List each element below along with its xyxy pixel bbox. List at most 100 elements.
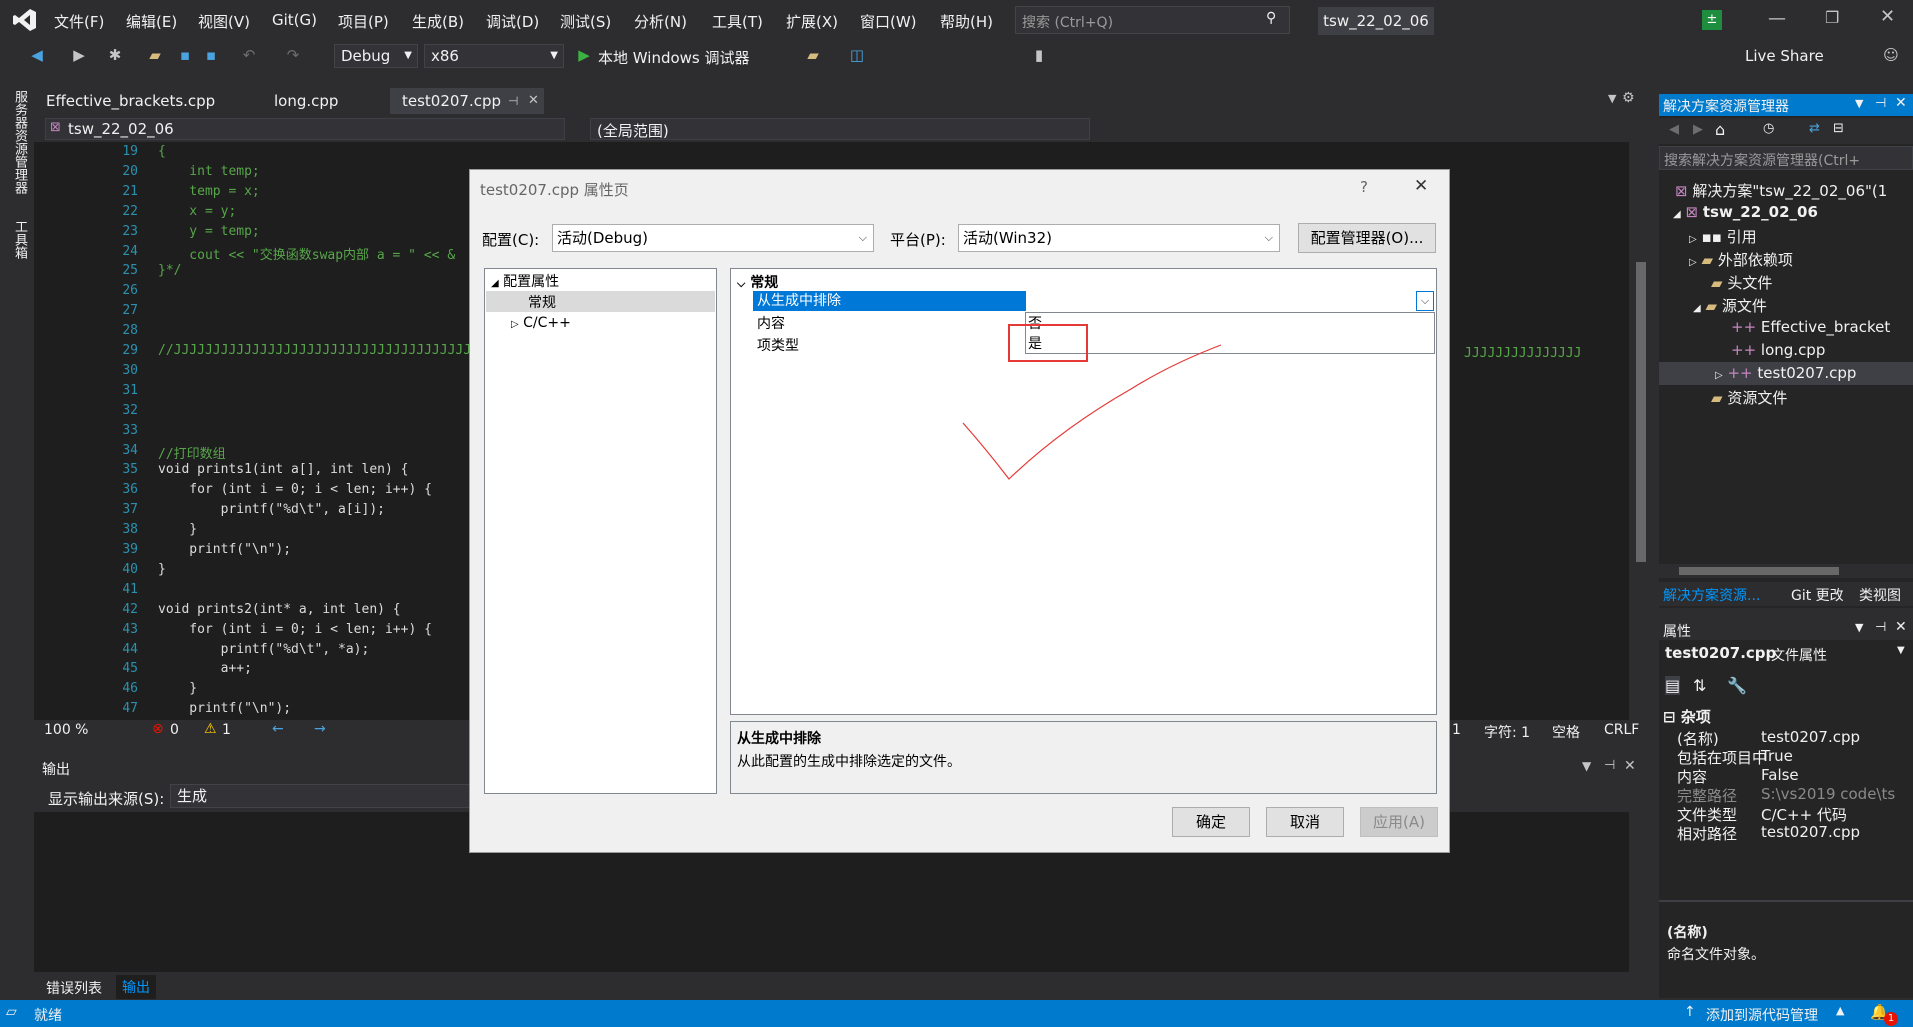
editor-scrollbar[interactable] — [1633, 142, 1649, 720]
history-icon[interactable]: ◷ — [1763, 121, 1774, 136]
open-folder-icon[interactable]: ▰ — [146, 46, 164, 64]
dropdown-icon[interactable]: ▼ — [1855, 97, 1863, 110]
menu-debug[interactable]: 调试(D) — [486, 11, 539, 32]
file-effective-brackets[interactable]: ++ Effective_bracket — [1731, 318, 1890, 336]
view-icon[interactable]: ◫ — [848, 46, 866, 64]
headers-node[interactable]: ▰ 头文件 — [1711, 272, 1772, 293]
forward-icon[interactable]: ▶ — [70, 46, 88, 64]
toolbox-tab[interactable]: 工具箱 — [10, 220, 29, 259]
tab-class-view[interactable]: 类视图 — [1859, 585, 1901, 605]
server-explorer-tab[interactable]: 服务器资源管理器 — [10, 90, 29, 194]
editor-scrollbar-thumb[interactable] — [1636, 262, 1646, 562]
search-input[interactable]: 搜索 (Ctrl+Q) ⚲ — [1015, 6, 1290, 34]
menu-help[interactable]: 帮助(H) — [940, 11, 993, 32]
minimize-button[interactable]: — — [1768, 8, 1786, 29]
close-icon[interactable]: ✕ — [1895, 95, 1907, 111]
save-icon[interactable]: ▪ — [176, 46, 194, 64]
zoom-level[interactable]: 100 % — [44, 722, 88, 738]
ok-button[interactable]: 确定 — [1172, 807, 1250, 837]
close-dialog-button[interactable]: ✕ — [1414, 176, 1428, 196]
pin-icon[interactable]: ⊣ — [1875, 620, 1886, 635]
alphabetical-icon[interactable]: ⇅ — [1693, 676, 1706, 695]
back-icon[interactable]: ◀ — [28, 46, 46, 64]
tab-output[interactable]: 输出 — [116, 975, 156, 999]
menu-edit[interactable]: 编辑(E) — [126, 11, 177, 32]
apply-button[interactable]: 应用(A) — [1360, 807, 1438, 837]
tree-general[interactable]: 常规 — [486, 291, 715, 312]
solution-node[interactable]: ⊠ 解决方案"tsw_22_02_06"(1 — [1675, 180, 1887, 201]
menu-project[interactable]: 项目(P) — [338, 11, 389, 32]
file-long[interactable]: ++ long.cpp — [1731, 341, 1825, 359]
property-pages-icon[interactable]: 🔧 — [1727, 676, 1747, 695]
platform-select[interactable]: x86 ▼ — [424, 44, 564, 68]
forward-icon[interactable]: ▶ — [1693, 122, 1703, 137]
menu-build[interactable]: 生成(B) — [412, 11, 464, 32]
menu-git[interactable]: Git(G) — [272, 11, 317, 29]
folder-icon[interactable]: ▰ — [804, 46, 822, 64]
tab-effective-brackets[interactable]: Effective_brackets.cpp — [34, 88, 227, 114]
file-test0207[interactable]: ▷ ++ test0207.cpp — [1715, 364, 1856, 382]
dropdown-icon[interactable]: ▼ — [1855, 621, 1863, 634]
arrow-right-icon[interactable]: → — [314, 721, 326, 737]
scrollbar-thumb[interactable] — [1679, 567, 1839, 575]
feedback-icon[interactable]: ☺ — [1882, 46, 1900, 64]
menu-test[interactable]: 测试(S) — [560, 11, 611, 32]
menu-tools[interactable]: 工具(T) — [712, 11, 763, 32]
save-all-icon[interactable]: ▪ — [202, 46, 220, 64]
error-count[interactable]: 0 — [170, 722, 179, 738]
settings-icon[interactable]: ⚙ — [1622, 90, 1635, 106]
close-output-icon[interactable]: ✕ — [1624, 758, 1636, 774]
project-node[interactable]: ◢ ⊠ tsw_22_02_06 — [1673, 203, 1818, 221]
restore-button[interactable]: ❐ — [1825, 8, 1839, 27]
tree-cpp[interactable]: ▷ C/C++ — [511, 315, 571, 331]
categorized-icon[interactable]: ▤ — [1665, 676, 1681, 695]
tab-git-changes[interactable]: Git 更改 — [1791, 585, 1844, 605]
references-node[interactable]: ▷ ▪▪ 引用 — [1689, 226, 1757, 247]
vs-logo-icon[interactable] — [12, 7, 38, 33]
platform-select[interactable]: 活动(Win32) ⌵ — [958, 224, 1280, 252]
pin-icon[interactable]: ⊣ — [508, 88, 518, 114]
output-source-select[interactable]: 生成 — [170, 784, 500, 808]
redo-icon[interactable]: ↷ — [284, 46, 302, 64]
arrow-left-icon[interactable]: ← — [272, 721, 284, 737]
config-select[interactable]: 活动(Debug) ⌵ — [552, 224, 874, 252]
close-icon[interactable]: ✕ — [1895, 619, 1907, 635]
pin-icon[interactable]: ⊣ — [1604, 758, 1615, 773]
sources-node[interactable]: ◢ ▰ 源文件 — [1693, 295, 1767, 316]
help-button[interactable]: ? — [1360, 178, 1368, 196]
tab-long[interactable]: long.cpp — [262, 88, 350, 114]
add-to-source-control[interactable]: 添加到源代码管理 — [1706, 1005, 1818, 1025]
menu-extensions[interactable]: 扩展(X) — [786, 11, 838, 32]
home-icon[interactable]: ⌂ — [1715, 120, 1725, 139]
menu-analyze[interactable]: 分析(N) — [634, 11, 687, 32]
properties-section[interactable]: ⊟ 杂项 — [1663, 706, 1711, 727]
tab-test0207[interactable]: test0207.cpp ⊣ ✕ — [390, 88, 544, 114]
live-share-button[interactable]: Live Share — [1745, 47, 1824, 65]
cancel-button[interactable]: 取消 — [1266, 807, 1344, 837]
run-debugger-button[interactable]: 本地 Windows 调试器 — [598, 47, 750, 68]
property-row[interactable]: 相对路径 test0207.cpp — [1659, 821, 1913, 844]
horizontal-scrollbar[interactable] — [1659, 564, 1913, 578]
start-debug-icon[interactable]: ▶ — [575, 46, 593, 64]
tab-solution-explorer[interactable]: 解决方案资源... — [1663, 585, 1760, 605]
dropdown-icon[interactable]: ▼ — [1582, 759, 1591, 773]
pin-icon[interactable]: ⊣ — [1875, 96, 1886, 111]
tab-overflow-icon[interactable]: ▼ — [1608, 92, 1616, 105]
menu-view[interactable]: 视图(V) — [198, 11, 250, 32]
menu-window[interactable]: 窗口(W) — [860, 11, 917, 32]
properties-object-select[interactable]: test0207.cpp 文件属性 ▼ — [1659, 642, 1913, 664]
bookmark-icon[interactable]: ▮ — [1030, 46, 1048, 64]
collapse-icon[interactable]: ⊟ — [1833, 121, 1844, 136]
project-nav-select[interactable]: ⊠ tsw_22_02_06 — [45, 118, 565, 140]
tab-error-list[interactable]: 错误列表 — [46, 978, 102, 998]
config-manager-button[interactable]: 配置管理器(O)... — [1298, 223, 1436, 253]
sync-icon[interactable]: ⇄ — [1809, 121, 1820, 136]
solution-search-input[interactable]: 搜索解决方案资源管理器(Ctrl+ — [1659, 146, 1913, 170]
account-icon[interactable]: ± — [1702, 10, 1722, 30]
new-project-icon[interactable]: ✱ — [106, 46, 124, 64]
menu-file[interactable]: 文件(F) — [54, 11, 104, 32]
close-tab-icon[interactable]: ✕ — [528, 88, 539, 114]
resources-node[interactable]: ▰ 资源文件 — [1711, 387, 1787, 408]
back-icon[interactable]: ◀ — [1669, 122, 1679, 137]
scope-nav-select[interactable]: (全局范围) — [590, 118, 1090, 140]
